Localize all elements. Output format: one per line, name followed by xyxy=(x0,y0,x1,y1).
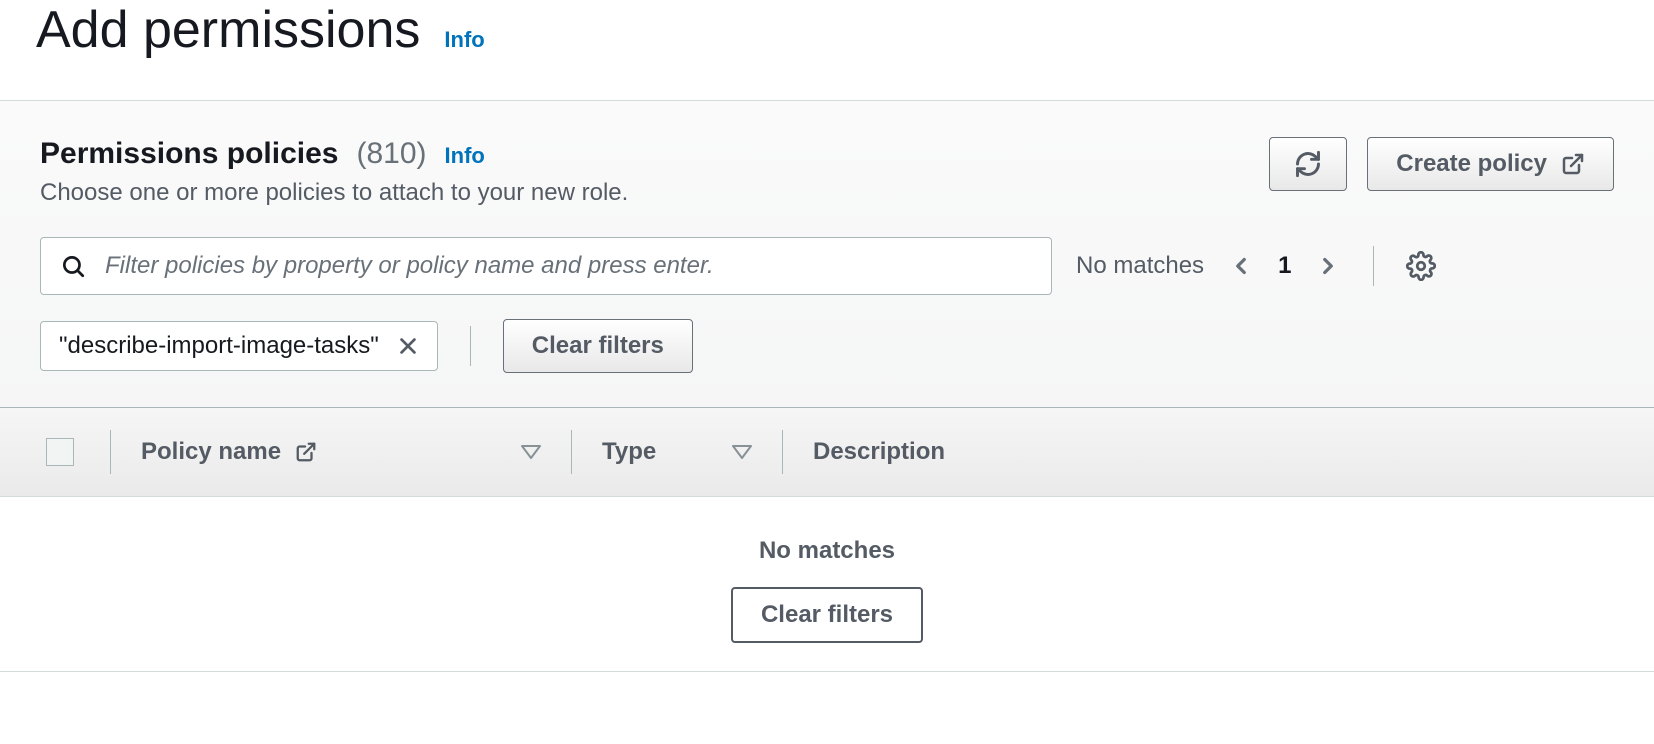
divider xyxy=(1373,246,1374,286)
refresh-icon xyxy=(1294,150,1322,178)
prev-page-button[interactable] xyxy=(1228,253,1254,279)
panel-description: Choose one or more policies to attach to… xyxy=(40,179,628,207)
page-number: 1 xyxy=(1278,252,1291,280)
create-policy-button[interactable]: Create policy xyxy=(1367,137,1614,191)
external-link-icon xyxy=(1561,152,1585,176)
empty-clear-filters-button[interactable]: Clear filters xyxy=(731,587,923,643)
column-header-type[interactable]: Type xyxy=(572,438,782,466)
search-input[interactable] xyxy=(40,237,1052,295)
sort-icon xyxy=(521,445,541,459)
column-type-label: Type xyxy=(602,438,656,466)
column-header-description[interactable]: Description xyxy=(783,438,1654,466)
page-info-link[interactable]: Info xyxy=(444,27,484,53)
column-header-policy-name[interactable]: Policy name xyxy=(111,438,571,466)
filter-chip-label: "describe-import-image-tasks" xyxy=(59,332,379,360)
panel-title: Permissions policies xyxy=(40,137,338,171)
panel-count: (810) xyxy=(356,137,426,171)
empty-clear-filters-label: Clear filters xyxy=(761,601,893,629)
column-desc-label: Description xyxy=(813,438,945,466)
external-link-icon xyxy=(295,441,317,463)
next-page-button[interactable] xyxy=(1315,253,1341,279)
filter-chip: "describe-import-image-tasks" xyxy=(40,321,438,371)
clear-filters-button[interactable]: Clear filters xyxy=(503,319,693,373)
column-name-label: Policy name xyxy=(141,438,281,466)
remove-filter-button[interactable] xyxy=(397,335,419,357)
refresh-button[interactable] xyxy=(1269,137,1347,191)
select-all-checkbox[interactable] xyxy=(46,438,74,466)
divider xyxy=(470,326,471,366)
sort-icon xyxy=(732,445,752,459)
empty-state-text: No matches xyxy=(759,537,895,565)
search-icon xyxy=(60,253,86,279)
panel-info-link[interactable]: Info xyxy=(445,143,485,169)
empty-state: No matches Clear filters xyxy=(0,497,1654,672)
match-count-text: No matches xyxy=(1076,252,1204,280)
create-policy-label: Create policy xyxy=(1396,150,1547,178)
table-header: Policy name Type Description xyxy=(0,407,1654,497)
permissions-panel: Permissions policies (810) Info Choose o… xyxy=(0,100,1654,672)
clear-filters-label: Clear filters xyxy=(532,332,664,360)
settings-button[interactable] xyxy=(1406,251,1436,281)
page-title: Add permissions xyxy=(36,0,420,60)
